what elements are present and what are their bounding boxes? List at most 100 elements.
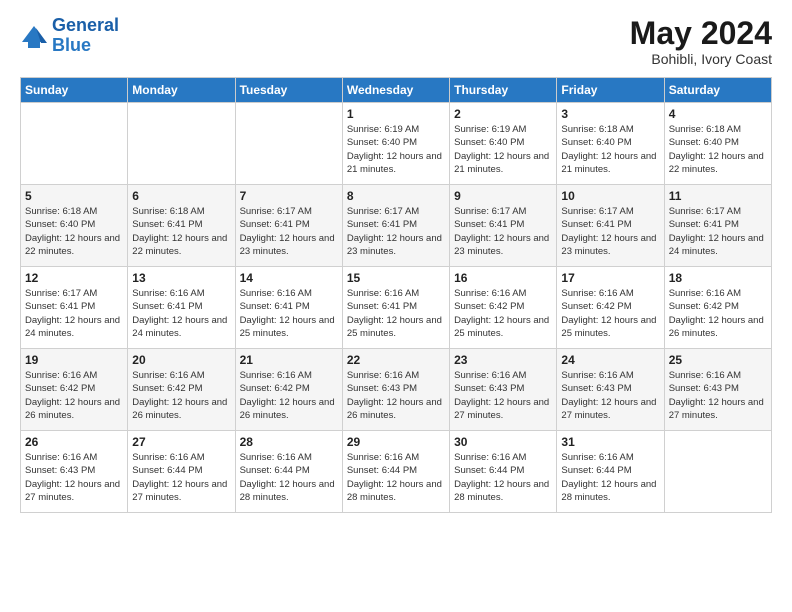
day-info: Sunrise: 6:17 AMSunset: 6:41 PMDaylight:… <box>25 287 123 340</box>
calendar-cell: 18 Sunrise: 6:16 AMSunset: 6:42 PMDayligh… <box>664 267 771 349</box>
day-info: Sunrise: 6:18 AMSunset: 6:41 PMDaylight:… <box>132 205 230 258</box>
calendar-cell: 1 Sunrise: 6:19 AMSunset: 6:40 PMDaylight… <box>342 103 449 185</box>
calendar-cell: 9Sunrise: 6:17 AMSunset: 6:41 PMDaylight… <box>450 185 557 267</box>
weekday-wednesday: Wednesday <box>342 78 449 103</box>
calendar-cell <box>235 103 342 185</box>
day-number: 7 <box>240 189 338 203</box>
calendar-cell: 26 Sunrise: 6:16 AMSunset: 6:43 PMDayligh… <box>21 431 128 513</box>
day-info: Sunrise: 6:16 AMSunset: 6:43 PMDaylight:… <box>347 369 445 422</box>
day-info: Sunrise: 6:17 AMSunset: 6:41 PMDaylight:… <box>561 205 659 258</box>
calendar-cell: 31 Sunrise: 6:16 AMSunset: 6:44 PMDayligh… <box>557 431 664 513</box>
day-info: Sunrise: 6:17 AMSunset: 6:41 PMDaylight:… <box>669 205 767 258</box>
day-number: 25 <box>669 353 767 367</box>
day-number: 20 <box>132 353 230 367</box>
calendar-cell: 21 Sunrise: 6:16 AMSunset: 6:42 PMDayligh… <box>235 349 342 431</box>
weekday-tuesday: Tuesday <box>235 78 342 103</box>
day-number: 28 <box>240 435 338 449</box>
day-number: 13 <box>132 271 230 285</box>
day-number: 3 <box>561 107 659 121</box>
logo: General Blue <box>20 16 119 56</box>
day-number: 18 <box>669 271 767 285</box>
day-info: Sunrise: 6:16 AMSunset: 6:42 PMDaylight:… <box>240 369 338 422</box>
day-info: Sunrise: 6:16 AMSunset: 6:41 PMDaylight:… <box>347 287 445 340</box>
week-row-2: 5Sunrise: 6:18 AMSunset: 6:40 PMDaylight… <box>21 185 772 267</box>
logo-text: General Blue <box>52 16 119 56</box>
day-number: 6 <box>132 189 230 203</box>
week-row-5: 26 Sunrise: 6:16 AMSunset: 6:43 PMDayligh… <box>21 431 772 513</box>
calendar-cell: 3 Sunrise: 6:18 AMSunset: 6:40 PMDaylight… <box>557 103 664 185</box>
location: Bohibli, Ivory Coast <box>630 51 772 67</box>
logo-line1: General <box>52 15 119 35</box>
logo-line2: Blue <box>52 35 91 55</box>
day-number: 24 <box>561 353 659 367</box>
calendar-cell: 12Sunrise: 6:17 AMSunset: 6:41 PMDayligh… <box>21 267 128 349</box>
calendar-cell: 27 Sunrise: 6:16 AMSunset: 6:44 PMDayligh… <box>128 431 235 513</box>
weekday-friday: Friday <box>557 78 664 103</box>
page: General Blue May 2024 Bohibli, Ivory Coa… <box>0 0 792 612</box>
calendar-cell: 10 Sunrise: 6:17 AMSunset: 6:41 PMDayligh… <box>557 185 664 267</box>
day-info: Sunrise: 6:16 AMSunset: 6:42 PMDaylight:… <box>454 287 552 340</box>
day-number: 2 <box>454 107 552 121</box>
day-info: Sunrise: 6:16 AMSunset: 6:42 PMDaylight:… <box>132 369 230 422</box>
calendar-cell: 22Sunrise: 6:16 AMSunset: 6:43 PMDayligh… <box>342 349 449 431</box>
weekday-sunday: Sunday <box>21 78 128 103</box>
day-number: 30 <box>454 435 552 449</box>
calendar-cell: 17 Sunrise: 6:16 AMSunset: 6:42 PMDayligh… <box>557 267 664 349</box>
day-number: 27 <box>132 435 230 449</box>
logo-icon <box>20 22 48 50</box>
day-info: Sunrise: 6:17 AMSunset: 6:41 PMDaylight:… <box>347 205 445 258</box>
day-info: Sunrise: 6:16 AMSunset: 6:43 PMDaylight:… <box>454 369 552 422</box>
day-number: 29 <box>347 435 445 449</box>
day-number: 14 <box>240 271 338 285</box>
day-info: Sunrise: 6:16 AMSunset: 6:42 PMDaylight:… <box>561 287 659 340</box>
day-number: 1 <box>347 107 445 121</box>
day-number: 17 <box>561 271 659 285</box>
day-number: 9 <box>454 189 552 203</box>
header: General Blue May 2024 Bohibli, Ivory Coa… <box>20 16 772 67</box>
day-number: 8 <box>347 189 445 203</box>
calendar-cell: 24Sunrise: 6:16 AMSunset: 6:43 PMDayligh… <box>557 349 664 431</box>
day-info: Sunrise: 6:19 AMSunset: 6:40 PMDaylight:… <box>347 123 445 176</box>
calendar-cell: 5Sunrise: 6:18 AMSunset: 6:40 PMDaylight… <box>21 185 128 267</box>
weekday-monday: Monday <box>128 78 235 103</box>
calendar-cell: 4 Sunrise: 6:18 AMSunset: 6:40 PMDaylight… <box>664 103 771 185</box>
calendar-cell: 25 Sunrise: 6:16 AMSunset: 6:43 PMDayligh… <box>664 349 771 431</box>
day-info: Sunrise: 6:16 AMSunset: 6:41 PMDaylight:… <box>132 287 230 340</box>
calendar-cell: 28Sunrise: 6:16 AMSunset: 6:44 PMDayligh… <box>235 431 342 513</box>
calendar-cell: 15 Sunrise: 6:16 AMSunset: 6:41 PMDayligh… <box>342 267 449 349</box>
calendar-cell: 20 Sunrise: 6:16 AMSunset: 6:42 PMDayligh… <box>128 349 235 431</box>
day-number: 16 <box>454 271 552 285</box>
day-number: 11 <box>669 189 767 203</box>
day-info: Sunrise: 6:16 AMSunset: 6:43 PMDaylight:… <box>669 369 767 422</box>
calendar-cell: 6 Sunrise: 6:18 AMSunset: 6:41 PMDaylight… <box>128 185 235 267</box>
day-number: 21 <box>240 353 338 367</box>
day-number: 15 <box>347 271 445 285</box>
day-info: Sunrise: 6:16 AMSunset: 6:44 PMDaylight:… <box>454 451 552 504</box>
title-block: May 2024 Bohibli, Ivory Coast <box>630 16 772 67</box>
week-row-4: 19 Sunrise: 6:16 AMSunset: 6:42 PMDayligh… <box>21 349 772 431</box>
day-info: Sunrise: 6:19 AMSunset: 6:40 PMDaylight:… <box>454 123 552 176</box>
day-info: Sunrise: 6:16 AMSunset: 6:42 PMDaylight:… <box>669 287 767 340</box>
day-info: Sunrise: 6:18 AMSunset: 6:40 PMDaylight:… <box>561 123 659 176</box>
day-number: 31 <box>561 435 659 449</box>
day-number: 10 <box>561 189 659 203</box>
calendar-table: SundayMondayTuesdayWednesdayThursdayFrid… <box>20 77 772 513</box>
day-info: Sunrise: 6:16 AMSunset: 6:44 PMDaylight:… <box>347 451 445 504</box>
calendar-cell <box>128 103 235 185</box>
day-number: 4 <box>669 107 767 121</box>
day-number: 19 <box>25 353 123 367</box>
day-info: Sunrise: 6:18 AMSunset: 6:40 PMDaylight:… <box>669 123 767 176</box>
calendar-cell: 11 Sunrise: 6:17 AMSunset: 6:41 PMDayligh… <box>664 185 771 267</box>
day-info: Sunrise: 6:16 AMSunset: 6:43 PMDaylight:… <box>25 451 123 504</box>
day-info: Sunrise: 6:16 AMSunset: 6:44 PMDaylight:… <box>132 451 230 504</box>
week-row-3: 12Sunrise: 6:17 AMSunset: 6:41 PMDayligh… <box>21 267 772 349</box>
calendar-cell: 30 Sunrise: 6:16 AMSunset: 6:44 PMDayligh… <box>450 431 557 513</box>
day-number: 26 <box>25 435 123 449</box>
calendar-cell: 29 Sunrise: 6:16 AMSunset: 6:44 PMDayligh… <box>342 431 449 513</box>
calendar-cell: 14Sunrise: 6:16 AMSunset: 6:41 PMDayligh… <box>235 267 342 349</box>
day-info: Sunrise: 6:16 AMSunset: 6:44 PMDaylight:… <box>561 451 659 504</box>
day-info: Sunrise: 6:16 AMSunset: 6:42 PMDaylight:… <box>25 369 123 422</box>
calendar-cell: 2 Sunrise: 6:19 AMSunset: 6:40 PMDaylight… <box>450 103 557 185</box>
weekday-thursday: Thursday <box>450 78 557 103</box>
day-info: Sunrise: 6:18 AMSunset: 6:40 PMDaylight:… <box>25 205 123 258</box>
